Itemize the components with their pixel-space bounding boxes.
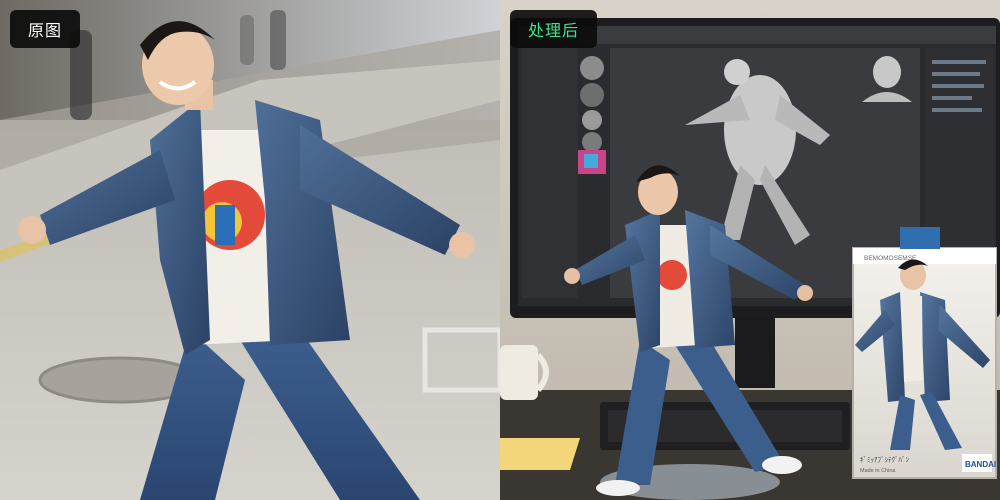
original-photo [0,0,500,500]
box-caption-line2: Made in China [860,468,896,474]
bandai-logo-text: BANDAI [965,460,996,469]
processed-label-text: 处理后 [528,21,580,40]
comparison-stage: BEMOMOSEMSE ｷﾞﾐｯｱﾌﾞｼﾃｸﾞﾊﾞﾝ Made in China… [0,0,1000,500]
original-label-text: 原图 [28,21,63,40]
original-photo-panel [0,0,500,500]
processed-label: 处理后 [510,10,598,48]
original-label: 原图 [10,10,81,48]
processed-photo-panel: BEMOMOSEMSE ｷﾞﾐｯｱﾌﾞｼﾃｸﾞﾊﾞﾝ Made in China… [500,0,1000,500]
processed-photo: BEMOMOSEMSE ｷﾞﾐｯｱﾌﾞｼﾃｸﾞﾊﾞﾝ Made in China… [500,0,1000,500]
box-caption-line1: ｷﾞﾐｯｱﾌﾞｼﾃｸﾞﾊﾞﾝ [860,456,909,464]
